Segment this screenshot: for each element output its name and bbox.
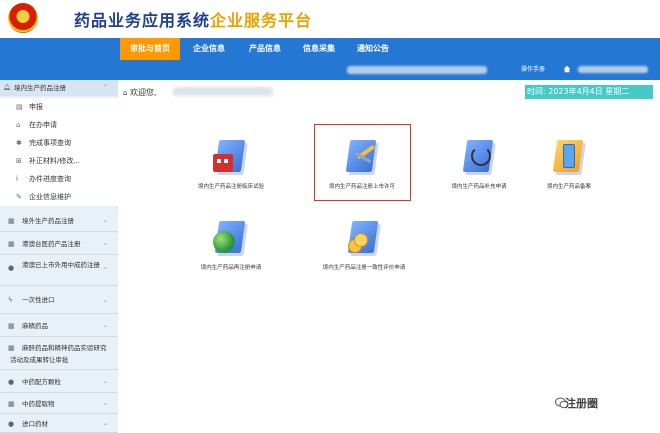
tab-info-collection[interactable]: 信息采集 <box>294 38 344 60</box>
file-icon: ▤ <box>16 103 23 111</box>
selection-highlight <box>314 124 411 201</box>
app-window: 药品业务应用系统 企业服务平台 审批与首页 企业信息 产品信息 信息采集 通知公… <box>0 0 660 433</box>
app-re-registration[interactable]: 境内生产药品再注册申请 <box>181 217 281 271</box>
sidebar-section-hkmt[interactable]: ▦ 港澳台医药产品注册 ⌄ <box>0 233 118 255</box>
folder-icon: ▦ <box>8 240 15 248</box>
sidebar-item-label: 在办申请 <box>29 121 57 129</box>
info-icon: ⅰ <box>16 175 18 183</box>
manual-link[interactable]: 操作手册 <box>521 64 545 73</box>
sidebar-group-domestic[interactable]: 🔔︎ 境内生产药品注册 ⌃ <box>0 80 118 96</box>
sidebar-section-label: 中药提取物 <box>22 400 55 408</box>
bolt-icon: ϟ <box>8 296 13 304</box>
chevron-down-icon: ⌄ <box>102 378 108 385</box>
tab-notices[interactable]: 通知公告 <box>348 38 398 60</box>
sidebar-group-label: 境内生产药品注册 <box>14 84 66 92</box>
chevron-down-icon: ⌄ <box>102 400 108 407</box>
header: 药品业务应用系统 企业服务平台 <box>0 0 660 36</box>
welcome-label: 欢迎您, <box>130 88 157 97</box>
platform-title: 企业服务平台 <box>210 11 313 30</box>
company-name-redacted <box>173 87 273 96</box>
sidebar-item-label: 企业信息维护 <box>29 193 71 201</box>
bell-icon: 🔔︎ <box>3 84 11 91</box>
chevron-down-icon: ⌄ <box>102 322 108 329</box>
edit-icon: ✎ <box>16 193 22 201</box>
tab-product-info[interactable]: 产品信息 <box>240 38 290 60</box>
sidebar-section-tcm-granules[interactable]: ● 中药配方颗粒 ⌄ <box>0 371 118 393</box>
sidebar-item-in-progress[interactable]: ⌂ 在办申请 <box>0 116 118 134</box>
sidebar-section-label: 中药配方颗粒 <box>22 378 61 386</box>
chevron-down-icon: ⌄ <box>102 240 108 247</box>
home-icon: ⌂ <box>123 89 128 97</box>
sidebar-section-hkm-tcm[interactable]: ● 港澳已上市外用中成药注册 ⌄ <box>0 256 118 286</box>
sidebar-item-label: 完成事项查询 <box>29 139 71 147</box>
account-info-redacted <box>578 66 648 73</box>
chevron-down-icon: ⌄ <box>102 297 108 304</box>
main-nav: 审批与首页 企业信息 产品信息 信息采集 通知公告 <box>0 38 660 60</box>
coins-icon <box>344 217 384 257</box>
app-filing[interactable]: 境内生产药品备案 <box>519 136 619 190</box>
sidebar-item-label: 办件进度查询 <box>29 175 71 183</box>
gear-icon: ✱ <box>16 139 22 147</box>
sidebar-section-overseas[interactable]: ▦ 境外生产药品注册 ⌄ <box>0 210 118 232</box>
home-icon[interactable] <box>563 65 571 73</box>
globe-icon: ● <box>8 264 15 272</box>
chevron-down-icon: ⌄ <box>102 217 108 224</box>
sidebar-item-label: 补正材料/修改... <box>29 157 81 165</box>
chevron-down-icon: ⌄ <box>102 264 108 271</box>
tab-company-info[interactable]: 企业信息 <box>184 38 234 60</box>
watermark-text: 注册圈 <box>565 397 598 410</box>
sidebar-section-tcm-extract[interactable]: ▦ 中药提取物 ⌄ <box>0 394 118 414</box>
app-label: 境内生产药品补充申请 <box>451 184 507 190</box>
sidebar: 🔔︎ 境内生产药品注册 ⌃ ▤ 申报 ⌂ 在办申请 ✱ 完成事项查询 ⊞ 补正材… <box>0 80 118 433</box>
app-label: 境内生产药品注册一致性评价申请 <box>322 265 406 271</box>
sidebar-section-label: 港澳台医药产品注册 <box>22 240 81 248</box>
national-emblem-icon <box>8 3 38 33</box>
user-info-redacted <box>347 66 487 74</box>
sidebar-section-one-time-import[interactable]: ϟ 一次性进口 ⌄ <box>0 287 118 314</box>
sidebar-section-label: 麻精药品 <box>22 322 48 330</box>
sidebar-item-supplement[interactable]: ⊞ 补正材料/修改... <box>0 152 118 170</box>
globe-icon: ● <box>8 378 15 386</box>
building-icon <box>211 136 251 176</box>
globe-icon: ● <box>8 420 15 428</box>
sidebar-section-label: 一次性进口 <box>22 296 55 304</box>
sidebar-section-narcotics[interactable]: ▦ 麻精药品 ⌄ <box>0 315 118 337</box>
folder-icon: ▦ <box>8 217 15 225</box>
app-label: 境内生产药品注册临床试验 <box>197 184 264 190</box>
folder-icon: ▦ <box>8 344 15 352</box>
bookmark-icon: ⌂ <box>16 121 21 129</box>
sidebar-section-imported-herbs[interactable]: ● 进口药材 ⌄ <box>0 415 118 433</box>
user-bar <box>0 60 660 80</box>
system-title: 药品业务应用系统 <box>74 11 211 30</box>
sidebar-section-label: 境外生产药品注册 <box>22 217 74 225</box>
app-supplement-application[interactable]: 境内生产药品补充申请 <box>429 136 529 190</box>
current-time: 时间: 2023年4月4日 星期二 <box>525 85 653 99</box>
app-label: 境内生产药品再注册申请 <box>200 265 262 271</box>
app-label: 境内生产药品备案 <box>546 184 591 190</box>
chevron-down-icon: ⌄ <box>102 420 108 427</box>
plus-square-icon: ⊞ <box>16 157 22 165</box>
tab-home[interactable]: 审批与首页 <box>120 38 180 60</box>
app-consistency-evaluation[interactable]: 境内生产药品注册一致性评价申请 <box>314 217 414 271</box>
folder-icon: ▦ <box>8 400 15 408</box>
sidebar-item-label: 申报 <box>29 103 43 111</box>
sidebar-item-progress[interactable]: ⅰ 办件进度查询 <box>0 170 118 188</box>
sidebar-item-apply[interactable]: ▤ 申报 <box>0 98 118 116</box>
folder-icon: ▦ <box>8 322 15 330</box>
phone-icon <box>549 136 589 176</box>
sidebar-section-label: 港澳已上市外用中成药注册 <box>22 261 100 269</box>
sidebar-section-narcotics-research[interactable]: ▦ 麻醉药品和精神药品实验研究活动及成果转让审批 <box>0 338 118 370</box>
sidebar-section-label: 麻醉药品和精神药品实验研究活动及成果转让审批 <box>10 344 107 364</box>
chevron-up-icon: ⌃ <box>102 84 108 91</box>
sidebar-item-company-maint[interactable]: ✎ 企业信息维护 <box>0 188 118 206</box>
sidebar-section-label: 进口药材 <box>22 420 48 428</box>
stethoscope-icon <box>459 136 499 176</box>
sidebar-item-completed[interactable]: ✱ 完成事项查询 <box>0 134 118 152</box>
app-clinical-trial[interactable]: 境内生产药品注册临床试验 <box>181 136 281 190</box>
welcome-text: ⌂ 欢迎您, <box>123 87 157 98</box>
globe-icon <box>211 217 251 257</box>
